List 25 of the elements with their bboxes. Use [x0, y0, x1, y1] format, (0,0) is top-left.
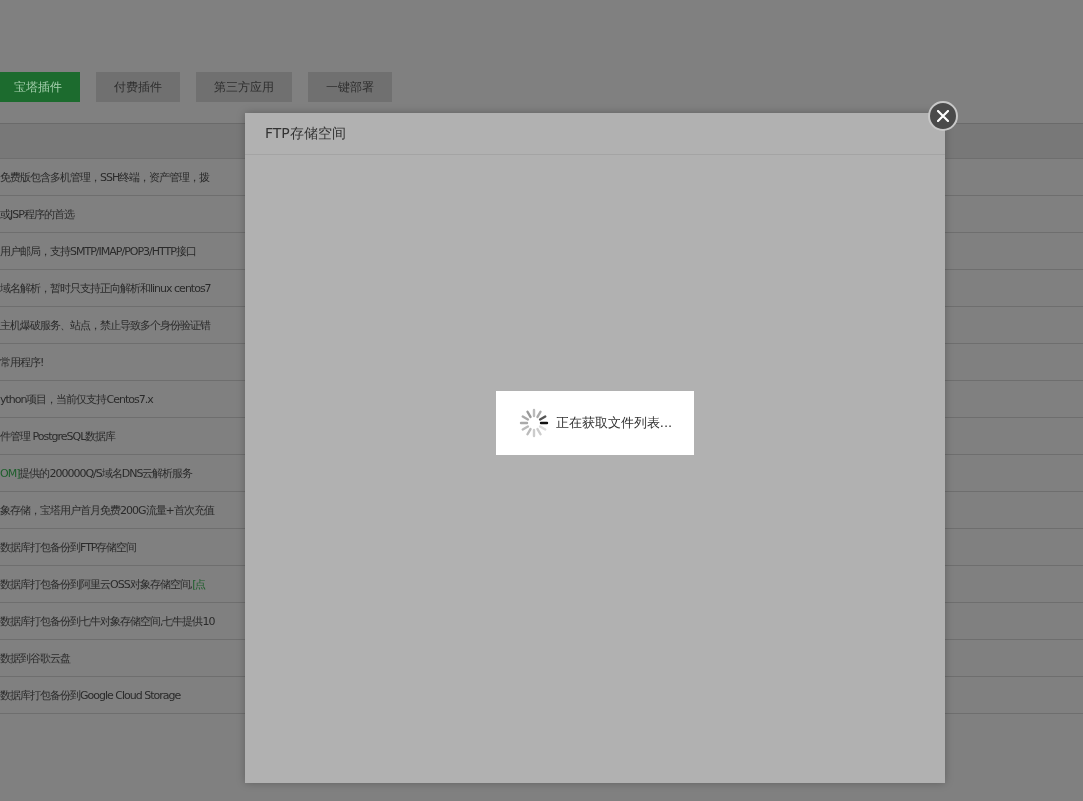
plugin-description: 主机爆破服务、站点，禁止导致多个身份验证错 — [0, 317, 210, 333]
plugin-description: 数据库打包备份到阿里云OSS对象存储空间, — [0, 576, 193, 592]
plugin-description: 数据到谷歌云盘 — [0, 650, 70, 666]
link[interactable]: [点 — [192, 576, 206, 592]
plugin-description: 域名解析，暂时只支持正向解析和linux centos7 — [0, 280, 211, 296]
tab[interactable]: 付费插件 — [96, 72, 180, 102]
plugin-description: 象存储，宝塔用户首月免费200G流量+首次充值 — [0, 502, 214, 518]
plugin-description: ython项目，当前仅支持Centos7.x — [0, 391, 153, 407]
plugin-description: 件管理 PostgreSQL数据库 — [0, 428, 116, 444]
plugin-description: 数据库打包备份到FTP存储空间 — [0, 539, 137, 555]
plugin-description: 常用程序! — [0, 354, 44, 370]
plugin-description: 或JSP程序的首选 — [0, 206, 74, 222]
tab[interactable]: 宝塔插件 — [0, 72, 80, 102]
plugin-description: 提供的200000Q/S域名DNS云解析服务 — [19, 465, 193, 481]
plugin-description: 用户邮局，支持SMTP/IMAP/POP3/HTTP接口 — [0, 243, 196, 259]
plugin-description: 数据库打包备份到Google Cloud Storage — [0, 687, 181, 703]
link[interactable]: OM] — [0, 466, 20, 480]
dialog-title: FTP存储空间 — [265, 124, 346, 143]
plugin-description: 数据库打包备份到七牛对象存储空间,七牛提供10 — [0, 613, 215, 629]
loading-message: 正在获取文件列表... — [555, 414, 673, 432]
spinner-icon — [517, 407, 550, 439]
tab[interactable]: 一键部署 — [308, 72, 392, 102]
plugin-description: 免费版包含多机管理，SSH终端，资产管理，拨 — [0, 169, 210, 185]
tab[interactable]: 第三方应用 — [196, 72, 292, 102]
close-icon — [937, 110, 949, 122]
